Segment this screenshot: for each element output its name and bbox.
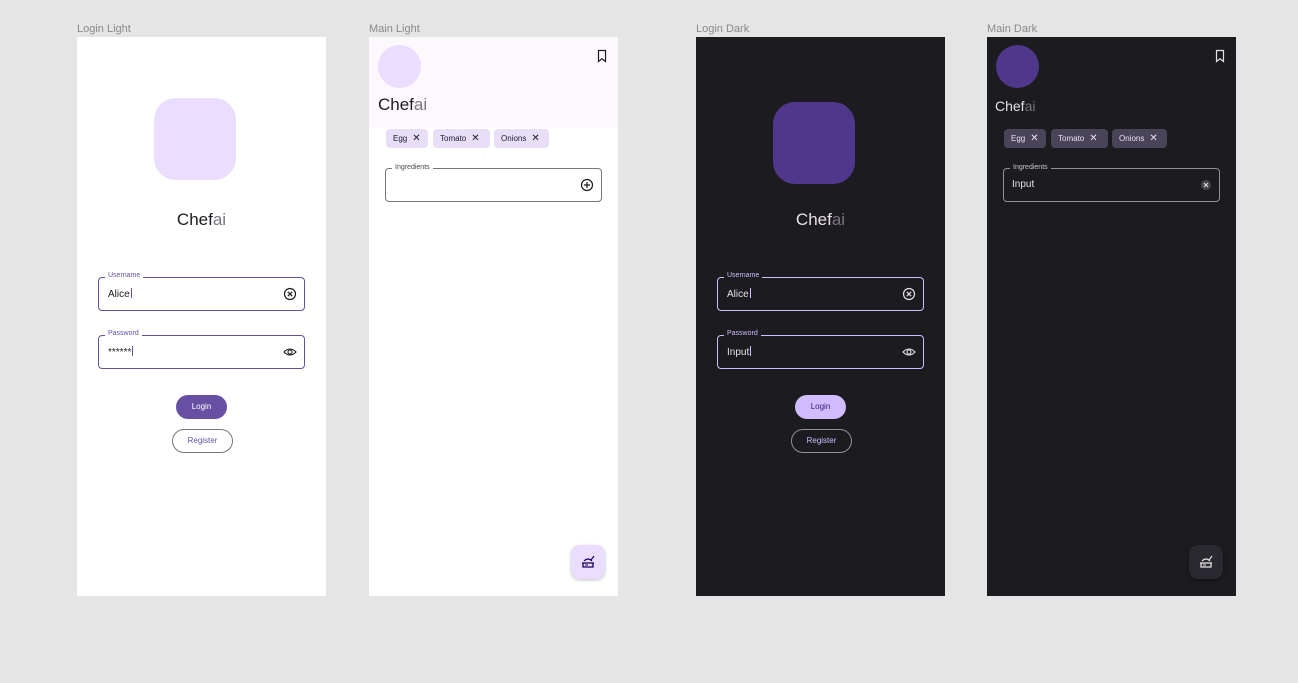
brand-title-part2: ai [1024,98,1036,114]
frame-title-login-dark: Login Dark [696,23,750,35]
password-field[interactable]: Password ****** [98,329,305,369]
clear-circle-icon[interactable] [902,287,916,301]
password-field[interactable]: Password Input [717,329,924,369]
brand-title-part2: ai [212,210,227,229]
eye-icon[interactable] [902,345,916,359]
frame-title-main-dark: Main Dark [987,23,1038,35]
close-icon[interactable]: ✕ [471,129,479,148]
chip-egg[interactable]: Egg ✕ [386,129,428,148]
username-field[interactable]: Username Alice [717,271,924,311]
cooking-pot-icon [582,555,595,568]
cooking-pot-icon [1200,555,1213,568]
top-app-bar: Chefai [987,37,1236,128]
chip-onions[interactable]: Onions ✕ [494,129,549,148]
bookmark-icon[interactable] [596,49,608,63]
chip-label: Egg [393,134,408,143]
username-label: Username [105,271,144,281]
cook-fab[interactable] [571,545,605,579]
close-icon[interactable]: ✕ [1149,129,1157,148]
avatar[interactable] [996,45,1039,88]
username-label: Username [724,271,763,281]
clear-circle-icon[interactable] [1200,179,1212,191]
avatar[interactable] [378,45,421,88]
ingredients-field[interactable]: Ingredients Input [1003,163,1220,202]
login-button[interactable]: Login [176,395,227,419]
brand-title-part1: Chef [378,95,414,114]
chip-egg[interactable]: Egg ✕ [1004,129,1046,148]
app-logo [154,98,236,180]
username-value: Alice [108,288,132,300]
ingredients-label: Ingredients [392,163,433,173]
close-icon[interactable]: ✕ [531,129,539,148]
main-dark-screen: Chefai Egg ✕ Tomato ✕ Onions ✕ Ingredients … [987,37,1236,596]
clear-circle-icon[interactable] [283,287,297,301]
chip-tomato[interactable]: Tomato ✕ [1051,129,1108,148]
brand-title-part1: Chef [795,210,832,229]
brand-title: Chefai [378,95,427,115]
brand-title-part1: Chef [176,210,213,229]
password-label: Password [105,329,142,339]
brand-title-part2: ai [831,210,846,229]
eye-icon[interactable] [283,345,297,359]
brand-title-part2: ai [413,95,428,114]
brand-title: Chefai [696,210,945,230]
ingredients-value: Input [1012,179,1035,190]
main-light-screen: Chefai Egg ✕ Tomato ✕ Onions ✕ Ingredients [369,37,618,596]
register-button[interactable]: Register [172,429,233,453]
password-value: ****** [108,346,134,358]
chip-onions[interactable]: Onions ✕ [1112,129,1167,148]
chip-label: Tomato [440,134,467,143]
login-dark-screen: Chefai Username Alice Password Input Log… [696,37,945,596]
ingredients-label: Ingredients [1010,163,1051,173]
username-value: Alice [727,288,751,300]
brand-title: Chefai [995,98,1035,114]
chip-label: Onions [1119,134,1145,143]
close-icon[interactable]: ✕ [412,129,420,148]
brand-title-part1: Chef [995,98,1025,114]
chip-label: Onions [501,134,527,143]
password-label: Password [724,329,761,339]
top-app-bar: Chefai [369,37,618,128]
add-circle-icon[interactable] [580,178,594,192]
password-value: Input [727,346,752,358]
ingredients-field[interactable]: Ingredients [385,163,602,202]
bookmark-icon[interactable] [1214,49,1226,63]
frame-title-login-light: Login Light [77,23,131,35]
login-light-screen: Chefai Username Alice Password ****** Lo… [77,37,326,596]
chip-label: Tomato [1058,134,1085,143]
chip-label: Egg [1011,134,1026,143]
app-logo [773,102,855,184]
close-icon[interactable]: ✕ [1089,129,1097,148]
frame-title-main-light: Main Light [369,23,420,35]
username-field[interactable]: Username Alice [98,271,305,311]
cook-fab[interactable] [1189,545,1223,579]
login-button[interactable]: Login [795,395,846,419]
register-button[interactable]: Register [791,429,852,453]
chip-tomato[interactable]: Tomato ✕ [433,129,490,148]
brand-title: Chefai [77,210,326,230]
close-icon[interactable]: ✕ [1030,129,1038,148]
